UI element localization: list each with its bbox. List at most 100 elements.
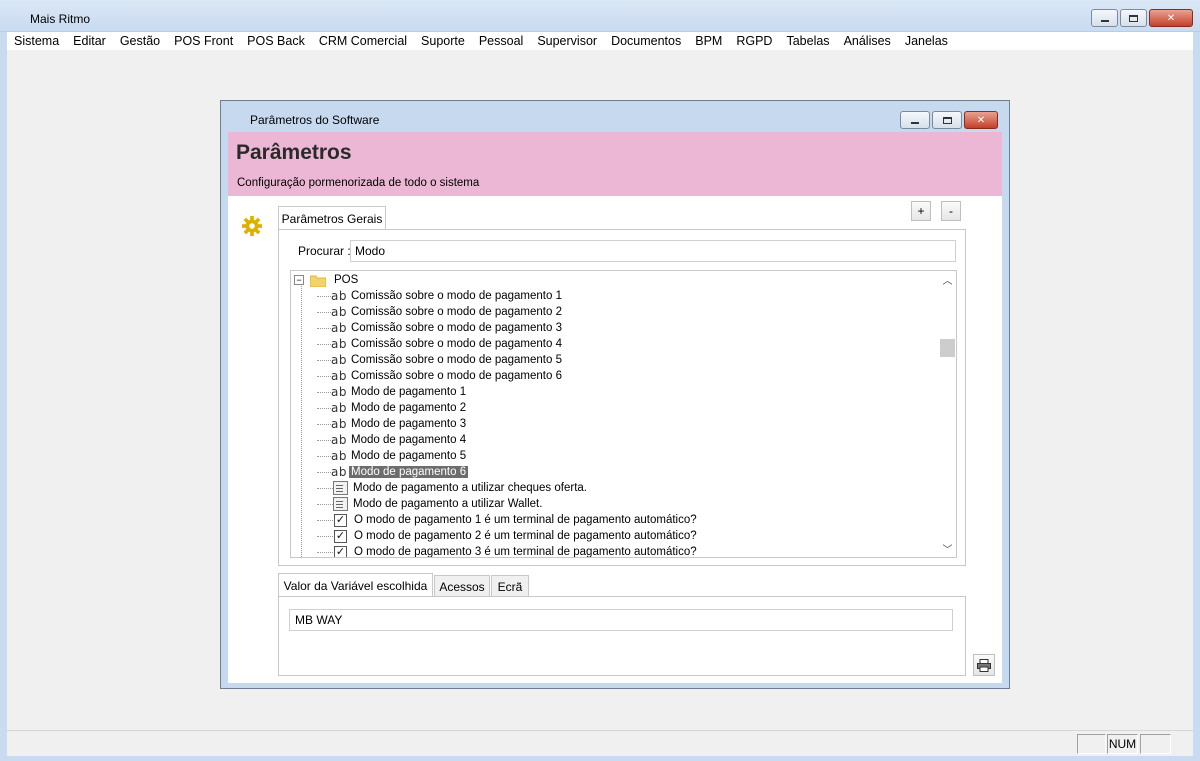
minimize-icon [1100,20,1109,22]
menu-editar[interactable]: Editar [66,34,113,48]
minimize-button[interactable] [1091,9,1118,27]
window-border-left [0,32,7,761]
dialog-content: Parâmetros Configuração pormenorizada de… [228,132,1002,683]
tree-item[interactable]: ✓ O modo de pagamento 3 é um terminal de … [291,544,699,558]
menu-bpm[interactable]: BPM [688,34,729,48]
tab-acessos[interactable]: Acessos [434,575,490,598]
tree-item[interactable]: ab Modo de pagamento 2 [291,400,468,416]
menu-janelas[interactable]: Janelas [898,34,955,48]
tree-connector [317,551,333,553]
tree-item-label: Modo de pagamento a utilizar cheques ofe… [353,482,587,494]
tree-root-node[interactable]: − POS [293,272,360,288]
scroll-down-icon[interactable]: ﹀ [939,540,956,557]
menu-sistema[interactable]: Sistema [7,34,66,48]
tree-item[interactable]: ab Modo de pagamento 4 [291,432,468,448]
scroll-thumb[interactable] [940,339,955,357]
text-param-icon: ab [331,353,347,367]
tree-connector [317,487,333,489]
tree-item-label: Comissão sobre o modo de pagamento 6 [351,370,562,382]
close-icon: ✕ [976,114,986,126]
text-param-icon: ab [331,369,347,383]
tree-item[interactable]: ✓ O modo de pagamento 1 é um terminal de … [291,512,699,528]
collapse-node-icon[interactable]: − [294,275,304,285]
tree-item[interactable]: ✓ O modo de pagamento 2 é um terminal de … [291,528,699,544]
menu-pessoal[interactable]: Pessoal [472,34,530,48]
page-subtitle: Configuração pormenorizada de todo o sis… [237,177,480,189]
printer-icon [977,658,991,672]
collapse-button[interactable]: - [941,201,961,221]
text-param-icon: ab [331,385,347,399]
tree-scrollbar[interactable]: ︿ ﹀ [939,271,956,557]
scroll-up-icon[interactable]: ︿ [939,271,956,288]
dialog-minimize-button[interactable] [900,111,930,129]
tree-item[interactable]: ab Modo de pagamento 3 [291,416,468,432]
tree-item-label: Modo de pagamento 1 [351,386,467,398]
close-button[interactable]: ✕ [1149,9,1193,27]
tree-item[interactable]: ab Comissão sobre o modo de pagamento 5 [291,352,564,368]
tab-parametros-gerais[interactable]: Parâmetros Gerais [278,206,386,231]
tree-item[interactable]: ab Comissão sobre o modo de pagamento 2 [291,304,564,320]
window-border-right [1193,32,1200,761]
minimize-icon [911,122,919,124]
menu-crm-comercial[interactable]: CRM Comercial [312,34,414,48]
tree-item[interactable]: ab Comissão sobre o modo de pagamento 3 [291,320,564,336]
dialog-close-button[interactable]: ✕ [964,111,998,129]
main-titlebar: Mais Ritmo ✕ [0,0,1200,32]
tree-connector [317,503,333,505]
tree-item[interactable]: ab Comissão sobre o modo de pagamento 6 [291,368,564,384]
window-border-bottom [0,756,1200,761]
print-button[interactable] [973,654,995,676]
text-param-icon: ab [331,321,347,335]
menu-pos-back[interactable]: POS Back [240,34,312,48]
menu-gestao[interactable]: Gestão [113,34,167,48]
menu-rgpd[interactable]: RGPD [729,34,779,48]
checkbox-param-icon: ✓ [334,545,347,558]
menu-analises[interactable]: Análises [837,34,898,48]
menu-bar: Sistema Editar Gestão POS Front POS Back… [7,32,1193,50]
tree-item-label: O modo de pagamento 1 é um terminal de p… [354,514,697,526]
menu-documentos[interactable]: Documentos [604,34,688,48]
search-label: Procurar : [298,244,351,258]
tab-ecra[interactable]: Ecrã [491,575,529,598]
restore-button[interactable] [1120,9,1147,27]
restore-icon [1129,14,1138,22]
app-title: Mais Ritmo [30,12,91,26]
restore-icon [942,116,952,124]
text-param-icon: ab [331,449,347,463]
tab-valor-variavel[interactable]: Valor da Variável escolhida [278,573,433,598]
close-icon: ✕ [1166,12,1176,24]
menu-tabelas[interactable]: Tabelas [779,34,836,48]
tree-item-label: Modo de pagamento 5 [351,450,467,462]
checkbox-param-icon: ✓ [334,513,347,527]
parameters-dialog: Parâmetros do Software ✕ Parâmetros Conf… [220,100,1010,689]
text-param-icon: ab [331,337,347,351]
num-lock-indicator: NUM [1107,734,1138,754]
status-bar: NUM [7,730,1193,756]
tree-item[interactable]: ab Modo de pagamento 5 [291,448,468,464]
variable-value-field[interactable] [289,609,953,631]
text-param-icon: ab [331,305,347,319]
tree-item-label: Modo de pagamento 4 [351,434,467,446]
tree-item[interactable]: ab Modo de pagamento 1 [291,384,468,400]
tree-root-label: POS [334,274,359,286]
text-param-icon: ab [331,465,347,479]
tree-item-label: Modo de pagamento a utilizar Wallet. [353,498,543,510]
tree-connector [317,535,333,537]
tree-item[interactable]: Modo de pagamento a utilizar cheques ofe… [291,480,589,496]
tree-item[interactable]: ab Modo de pagamento 6 [291,464,469,480]
dialog-restore-button[interactable] [932,111,962,129]
page-title: Parâmetros [236,141,352,164]
tree-item-label: Comissão sobre o modo de pagamento 2 [351,306,562,318]
menu-pos-front[interactable]: POS Front [167,34,240,48]
header-banner: Parâmetros Configuração pormenorizada de… [228,132,1002,196]
tree-item[interactable]: ab Comissão sobre o modo de pagamento 1 [291,288,564,304]
menu-suporte[interactable]: Suporte [414,34,472,48]
tree-item[interactable]: ab Comissão sobre o modo de pagamento 4 [291,336,564,352]
dialog-window-controls: ✕ [900,111,998,129]
tree-item[interactable]: Modo de pagamento a utilizar Wallet. [291,496,544,512]
parameters-panel: Procurar : − POS ab Comissão sobre o modo… [278,229,966,566]
menu-supervisor[interactable]: Supervisor [530,34,604,48]
folder-icon [310,275,326,287]
expand-button[interactable]: + [911,201,931,221]
search-input[interactable] [350,240,956,262]
